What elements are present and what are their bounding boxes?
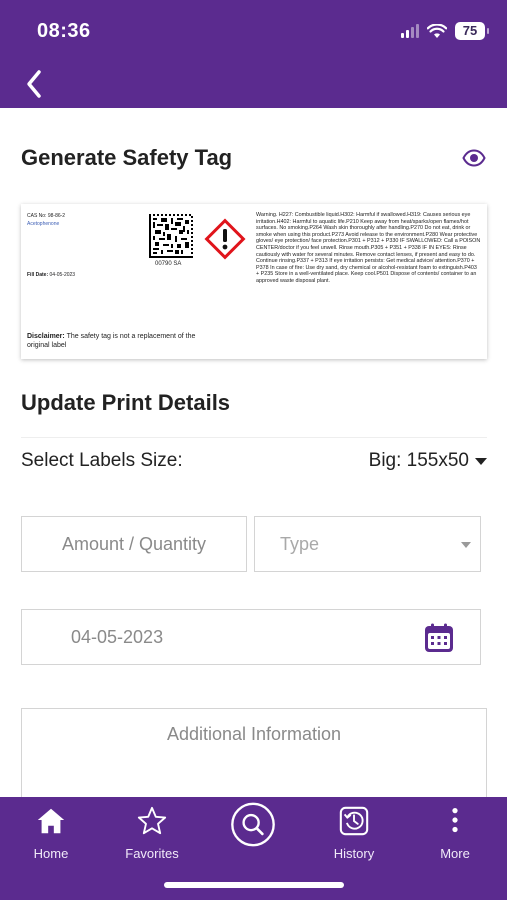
cas-number: CAS No: 98-86-2 [27,213,66,219]
history-icon [339,806,369,836]
additional-info-textarea[interactable]: Additional Information [21,708,487,808]
search-icon [231,802,275,847]
divider [21,437,487,438]
eye-icon [462,149,486,167]
tab-label: Home [33,846,69,861]
date-value: 04-05-2023 [71,626,164,647]
caret-down-icon [461,542,471,548]
datamatrix-barcode [149,214,193,258]
tab-favorites[interactable]: Favorites [112,805,192,861]
title-row: Generate Safety Tag [21,142,487,174]
fill-date: Fill Date: 04-05-2023 [27,272,75,278]
page-title: Generate Safety Tag [21,145,233,170]
label-size-value: Big: 155x50 [368,450,469,471]
more-vertical-icon [452,808,458,833]
date-input[interactable]: 04-05-2023 [21,609,481,665]
star-icon [137,806,167,835]
disclaimer-label: Disclaimer: [27,333,65,340]
header-bar: 08:36 75 [0,0,507,108]
tab-more[interactable]: More [415,805,495,861]
battery-indicator: 75 [455,22,489,40]
barcode-code: 00790 SA [155,261,182,267]
label-size-label: Select Labels Size: [21,450,183,471]
status-indicators: 75 [401,22,489,40]
tab-history[interactable]: History [314,805,394,861]
chemical-name: Acetophenone [27,221,60,227]
hazard-warning-text: Warning. H227: Combustible liquid.H302: … [256,212,481,284]
type-select[interactable]: Type [254,516,481,572]
type-placeholder: Type [280,533,320,554]
label-size-selector[interactable]: Select Labels Size: Big: 155x50 [21,446,487,476]
tab-search[interactable] [213,801,293,857]
section-title: Update Print Details [21,390,231,415]
tab-home[interactable]: Home [11,805,91,861]
chevron-left-icon [27,70,41,98]
label-size-dropdown[interactable]: Big: 155x50 [369,450,487,472]
calendar-icon[interactable] [423,622,455,654]
tab-label: History [333,846,375,861]
bottom-tab-bar: Home Favorites History More [0,797,507,900]
tab-label: Favorites [125,846,179,861]
disclaimer: Disclaimer: The safety tag is not a repl… [27,332,212,350]
status-time: 08:36 [37,20,91,42]
exclamation-mark-ghs-icon [204,218,246,260]
amount-placeholder: Amount / Quantity [61,533,207,554]
fill-date-label: Fill Date: [27,272,49,278]
safety-tag-preview: CAS No: 98-86-2 Acetophenone Fill Date: … [21,204,487,359]
home-icon [37,808,65,834]
additional-info-placeholder: Additional Information [166,724,342,744]
wifi-icon [427,23,447,38]
home-indicator [164,882,344,888]
signal-icon [401,24,419,38]
fill-date-value: 04-05-2023 [49,272,76,278]
back-button[interactable] [20,68,48,100]
tab-label: More [440,846,470,861]
amount-quantity-input[interactable]: Amount / Quantity [21,516,247,572]
preview-button[interactable] [461,145,487,171]
caret-down-icon [475,457,487,465]
